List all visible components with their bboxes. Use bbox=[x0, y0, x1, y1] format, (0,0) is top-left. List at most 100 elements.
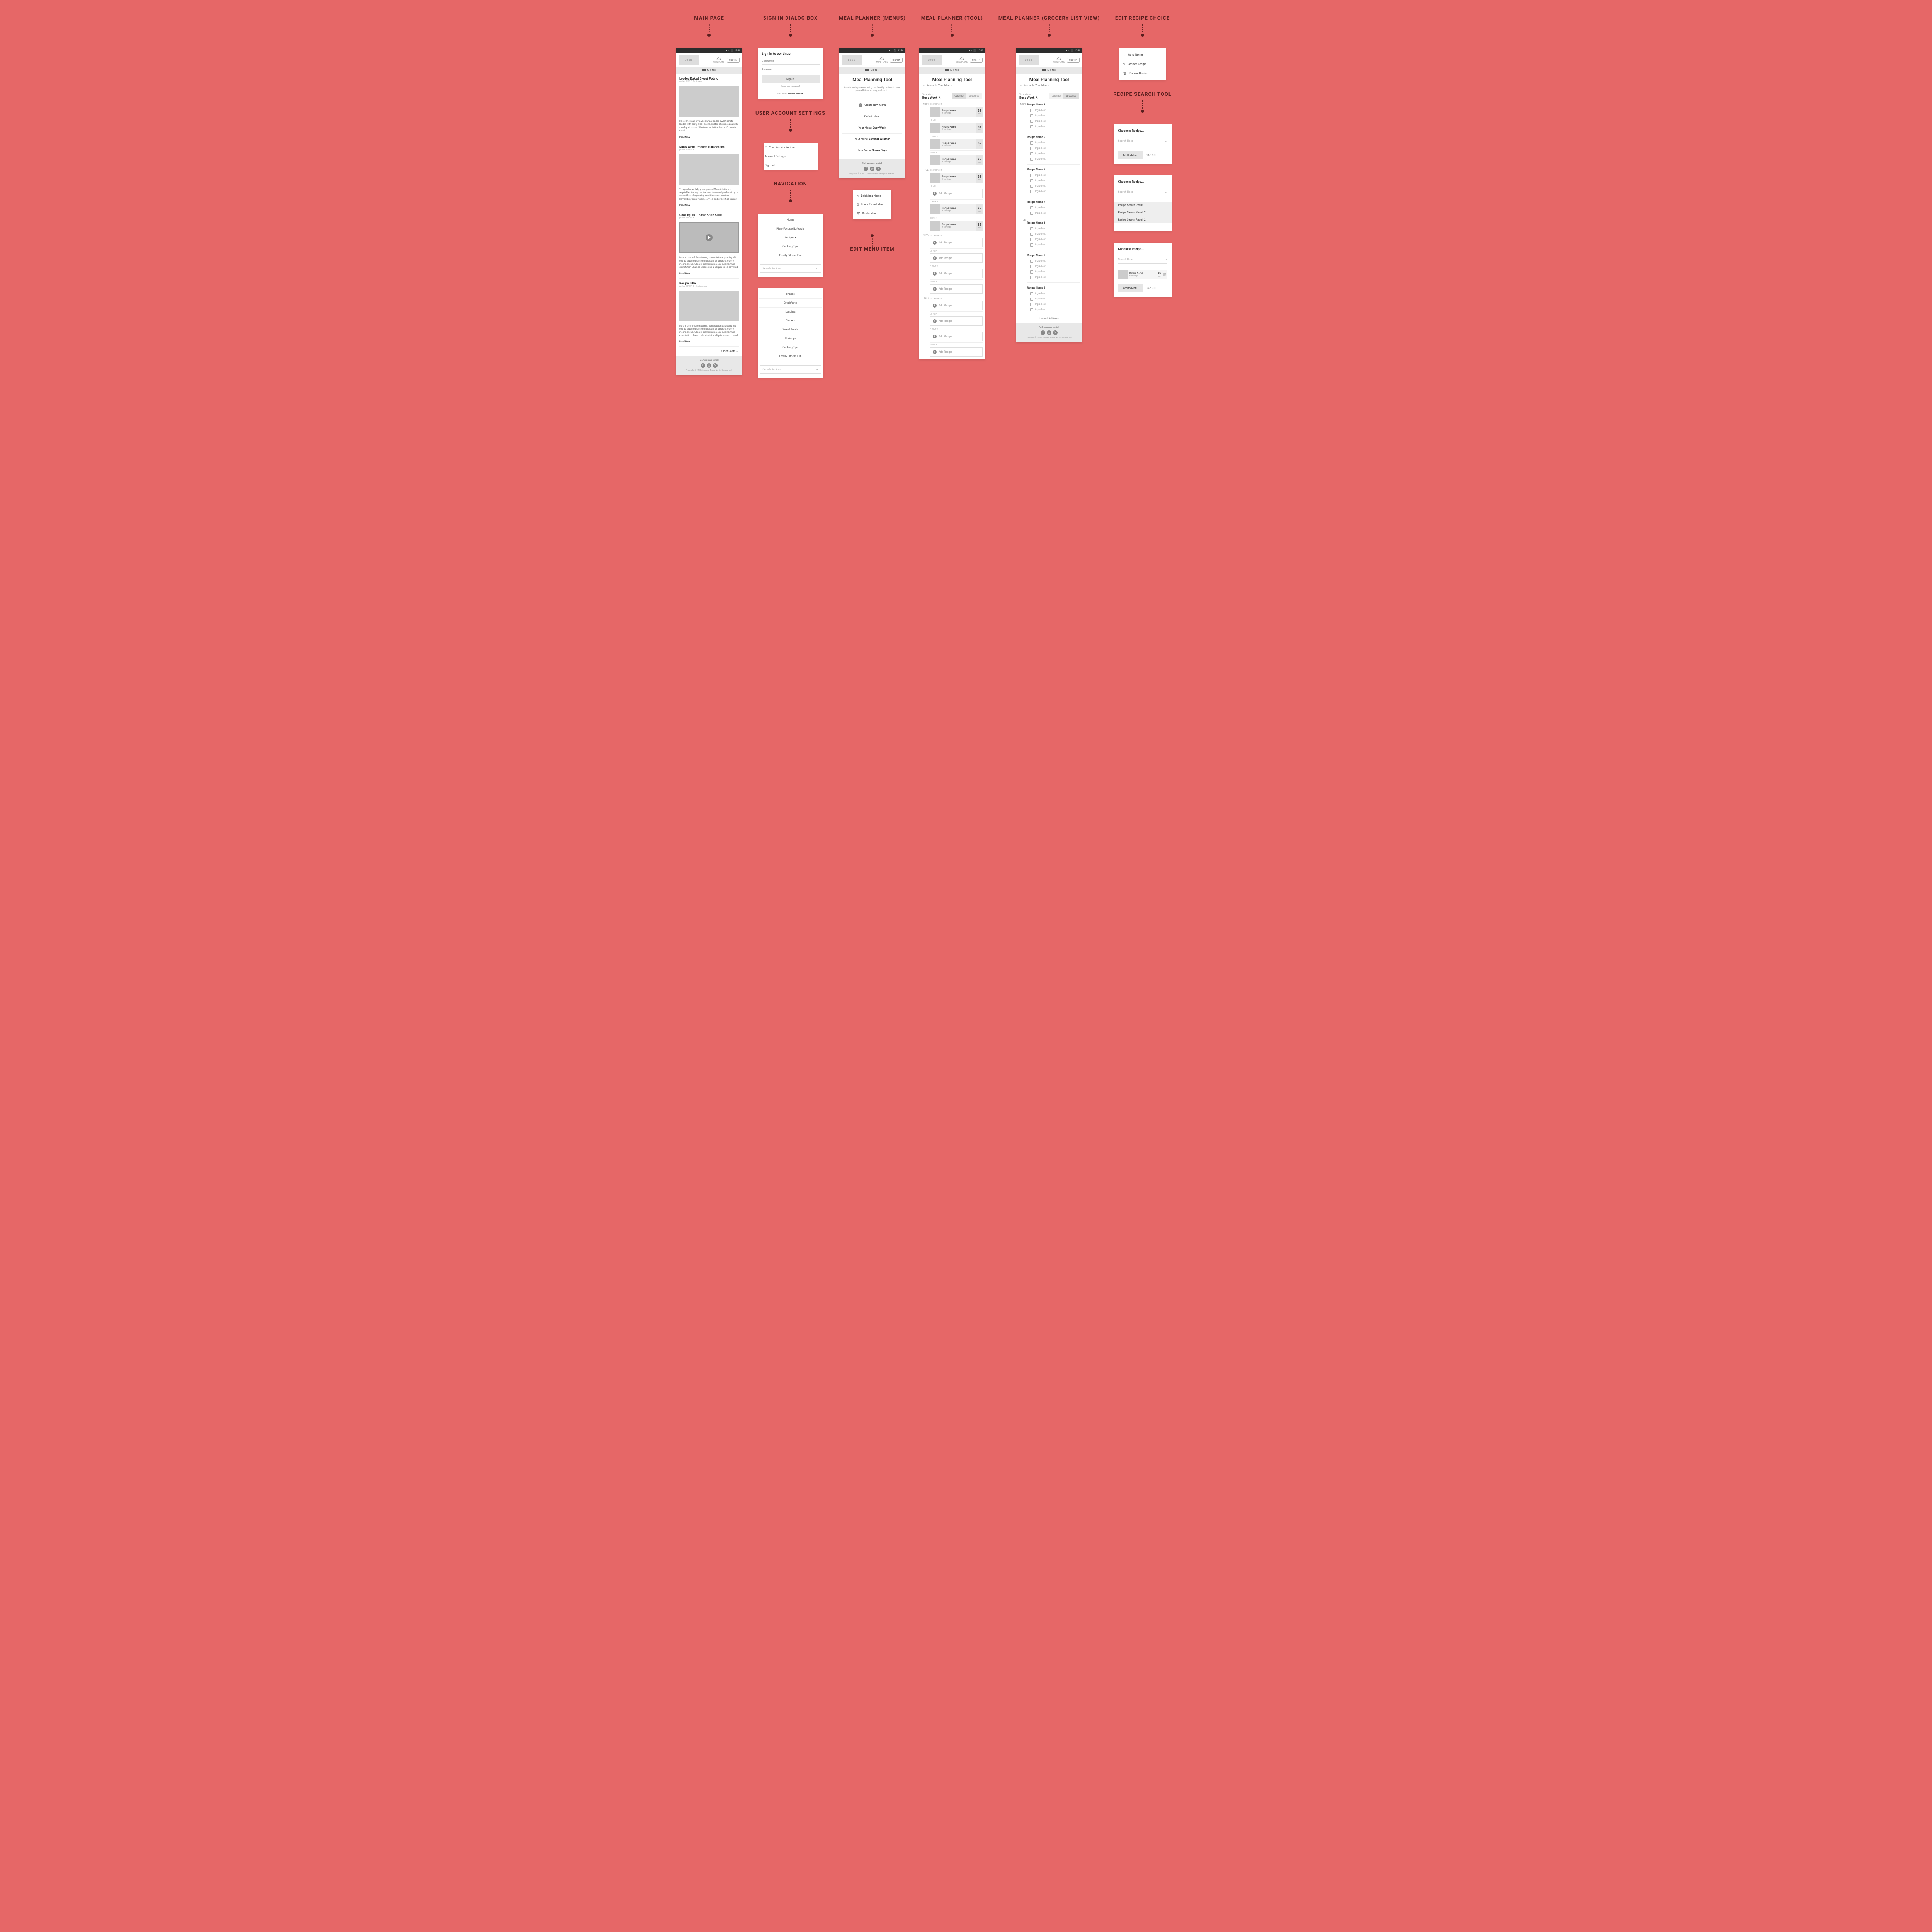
recipe-card[interactable]: Recipe Name# servings25min bbox=[930, 123, 983, 133]
video-placeholder[interactable] bbox=[679, 222, 739, 253]
meal-plans-icon[interactable]: MEAL PLANS bbox=[713, 57, 724, 63]
twitter-icon[interactable]: 𝕏 bbox=[876, 167, 881, 171]
nav-sub-item[interactable]: Dinners bbox=[759, 316, 822, 325]
article-title[interactable]: Cooking 101: Basic Knife Skills bbox=[679, 213, 739, 217]
ingredient-row[interactable]: Ingredient bbox=[1027, 124, 1080, 129]
recipe-card[interactable]: Recipe Name# servings25min bbox=[930, 155, 983, 165]
nav-item-recipes[interactable]: Recipes ▾ bbox=[759, 233, 822, 242]
recipe-card[interactable]: Recipe Name# servings25min bbox=[930, 221, 983, 231]
sign-in-button[interactable]: SIGN IN bbox=[890, 58, 903, 63]
sign-in-submit[interactable]: Sign in bbox=[762, 75, 820, 83]
menu-item[interactable]: Your Menu: Busy Week bbox=[842, 122, 902, 134]
checkbox[interactable] bbox=[1030, 109, 1033, 112]
facebook-icon[interactable]: f bbox=[1041, 330, 1045, 335]
menu-name-edit[interactable]: Busy Week ✎ bbox=[1019, 96, 1038, 99]
meal-plans-icon[interactable]: MEAL PLANS bbox=[876, 57, 888, 63]
checkbox[interactable] bbox=[1030, 212, 1033, 215]
checkbox[interactable] bbox=[1030, 227, 1033, 230]
remove-icon[interactable]: 🗑 bbox=[1162, 270, 1167, 279]
image-placeholder[interactable] bbox=[679, 154, 739, 185]
edit-menu-name[interactable]: ✎Edit Menu Name bbox=[856, 193, 888, 199]
add-recipe-button[interactable]: +Add Recipe bbox=[930, 284, 983, 294]
menu-bar[interactable]: MENU bbox=[1016, 67, 1082, 74]
search-input[interactable]: Search Here⌕ bbox=[1118, 189, 1167, 196]
nav-sub-item[interactable]: Snacks bbox=[759, 290, 822, 299]
add-recipe-button[interactable]: +Add Recipe bbox=[930, 238, 983, 247]
search-input[interactable]: Search Here⌕ bbox=[1118, 138, 1167, 145]
menu-bar[interactable]: MENU bbox=[676, 67, 742, 74]
add-to-menu-button[interactable]: Add to Menu bbox=[1118, 284, 1143, 292]
add-recipe-button[interactable]: +Add Recipe bbox=[930, 332, 983, 341]
add-recipe-button[interactable]: +Add Recipe bbox=[930, 253, 983, 263]
menu-bar[interactable]: MENU bbox=[839, 67, 905, 74]
account-settings-link[interactable]: Account Settings bbox=[764, 152, 818, 161]
twitter-icon[interactable]: 𝕏 bbox=[713, 363, 718, 368]
nav-sub-item[interactable]: Sweet Treats bbox=[759, 325, 822, 334]
groceries-tab[interactable]: Groceries bbox=[966, 93, 982, 99]
image-placeholder[interactable] bbox=[679, 86, 739, 117]
checkbox[interactable] bbox=[1030, 260, 1033, 263]
cancel-button[interactable]: CANCEL bbox=[1146, 154, 1157, 157]
instagram-icon[interactable]: ◎ bbox=[707, 363, 711, 368]
ingredient-row[interactable]: Ingredient bbox=[1027, 151, 1080, 156]
read-more-link[interactable]: Read More... bbox=[679, 272, 739, 275]
favorites-link[interactable]: ♡Your Favorite Recipes bbox=[764, 143, 818, 152]
checkbox[interactable] bbox=[1030, 243, 1033, 247]
goto-recipe[interactable]: →Go to Recipe bbox=[1123, 51, 1162, 58]
article-title[interactable]: Know What Produce is in Season bbox=[679, 145, 739, 149]
selected-recipe[interactable]: Recipe Name# servings 25min 🗑 bbox=[1118, 270, 1167, 279]
groceries-tab[interactable]: Groceries bbox=[1063, 93, 1079, 99]
logo[interactable]: LOGO bbox=[842, 55, 862, 65]
ingredient-row[interactable]: Ingredient bbox=[1027, 302, 1080, 306]
read-more-link[interactable]: Read More... bbox=[679, 340, 739, 343]
checkbox[interactable] bbox=[1030, 206, 1033, 209]
calendar-tab[interactable]: Calendar bbox=[952, 93, 966, 99]
ingredient-row[interactable]: Ingredient bbox=[1027, 270, 1080, 274]
checkbox[interactable] bbox=[1030, 152, 1033, 155]
sign-out-link[interactable]: Sign out bbox=[764, 161, 818, 170]
username-input[interactable] bbox=[762, 58, 820, 65]
checkbox[interactable] bbox=[1030, 238, 1033, 241]
ingredient-row[interactable]: Ingredient bbox=[1027, 211, 1080, 215]
password-input[interactable] bbox=[762, 67, 820, 73]
ingredient-row[interactable]: Ingredient bbox=[1027, 189, 1080, 194]
menu-item[interactable]: Default Menu bbox=[842, 111, 902, 122]
search-input[interactable]: Search Recipes...⌕ bbox=[760, 365, 821, 374]
instagram-icon[interactable]: ◎ bbox=[1047, 330, 1051, 335]
delete-menu[interactable]: 🗑Delete Menu bbox=[856, 210, 888, 216]
ingredient-row[interactable]: Ingredient bbox=[1027, 275, 1080, 279]
nav-sub-item[interactable]: Holidays bbox=[759, 334, 822, 343]
ingredient-row[interactable]: Ingredient bbox=[1027, 259, 1080, 263]
checkbox[interactable] bbox=[1030, 158, 1033, 161]
ingredient-row[interactable]: Ingredient bbox=[1027, 179, 1080, 183]
forgot-password-link[interactable]: Forgot your password? bbox=[762, 85, 820, 88]
ingredient-row[interactable]: Ingredient bbox=[1027, 297, 1080, 301]
create-account-link[interactable]: New here? Create an account. bbox=[762, 93, 820, 95]
article-title[interactable]: Loaded Baked Sweet Potato bbox=[679, 77, 739, 80]
recipe-card[interactable]: Recipe Name# servings25min bbox=[930, 204, 983, 214]
add-to-menu-button[interactable]: Add to Menu bbox=[1118, 151, 1143, 159]
nav-item[interactable]: Plant-Focused Lifestyle bbox=[759, 224, 822, 233]
meal-plans-icon[interactable]: MEAL PLANS bbox=[956, 57, 968, 63]
ingredient-row[interactable]: Ingredient bbox=[1027, 226, 1080, 231]
nav-sub-item[interactable]: Lunches bbox=[759, 308, 822, 316]
search-input[interactable]: Search Here⌕ bbox=[1118, 256, 1167, 264]
ingredient-row[interactable]: Ingredient bbox=[1027, 173, 1080, 177]
nav-sub-item[interactable]: Breakfasts bbox=[759, 299, 822, 308]
search-result[interactable]: Recipe Search Result 2 bbox=[1114, 216, 1172, 223]
checkbox[interactable] bbox=[1030, 265, 1033, 268]
ingredient-row[interactable]: Ingredient bbox=[1027, 114, 1080, 118]
ingredient-row[interactable]: Ingredient bbox=[1027, 157, 1080, 161]
logo[interactable]: LOGO bbox=[679, 55, 699, 65]
read-more-link[interactable]: Read More... bbox=[679, 204, 739, 207]
ingredient-row[interactable]: Ingredient bbox=[1027, 232, 1080, 236]
return-link[interactable]: ←Return to Your Menus bbox=[1019, 84, 1079, 87]
facebook-icon[interactable]: f bbox=[864, 167, 868, 171]
add-recipe-button[interactable]: +Add Recipe bbox=[930, 301, 983, 310]
ingredient-row[interactable]: Ingredient bbox=[1027, 119, 1080, 123]
sign-in-button[interactable]: SIGN IN bbox=[727, 58, 740, 63]
checkbox[interactable] bbox=[1030, 276, 1033, 279]
ingredient-row[interactable]: Ingredient bbox=[1027, 237, 1080, 242]
recipe-card[interactable]: Recipe Name# servings25min bbox=[930, 139, 983, 149]
checkbox[interactable] bbox=[1030, 185, 1033, 188]
